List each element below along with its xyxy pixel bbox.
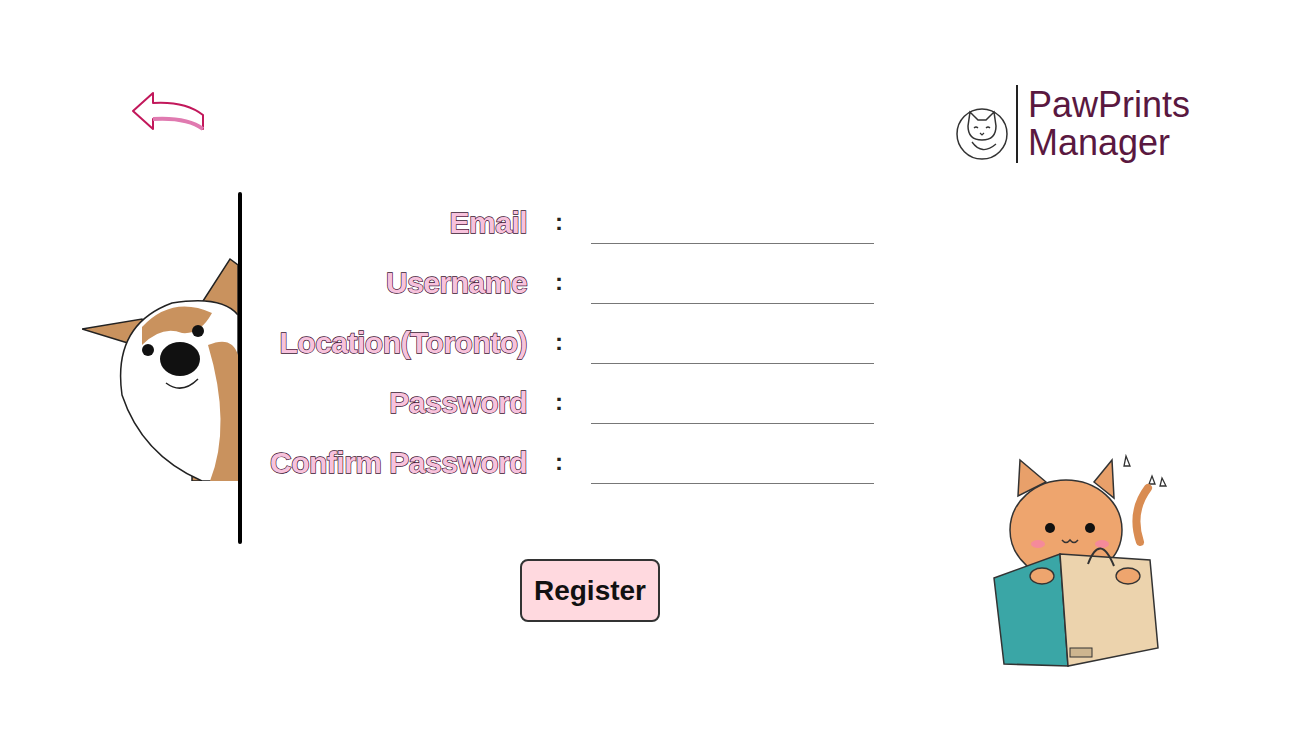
header: PawPrints Manager xyxy=(0,0,1300,165)
text-input[interactable] xyxy=(591,200,874,244)
divider-line xyxy=(238,192,242,544)
dog-icon xyxy=(82,255,238,481)
field-separator: : xyxy=(527,252,591,312)
field-separator: : xyxy=(527,372,591,432)
form-fields: Email:Username:Location(Toronto):Passwor… xyxy=(270,192,874,492)
field-separator: : xyxy=(527,192,591,252)
logo-text: PawPrints Manager xyxy=(1024,86,1190,162)
field-label: Username xyxy=(270,252,527,312)
field-label: Confirm Password xyxy=(270,432,527,492)
dog-illustration xyxy=(82,192,238,544)
field-cell xyxy=(591,252,874,312)
text-input[interactable] xyxy=(591,380,874,424)
field-cell xyxy=(591,312,874,372)
text-input[interactable] xyxy=(591,440,874,484)
back-arrow-icon xyxy=(129,89,207,135)
cat-logo-icon xyxy=(954,86,1010,162)
field-label: Email xyxy=(270,192,527,252)
field-separator: : xyxy=(527,432,591,492)
text-input[interactable] xyxy=(591,320,874,364)
logo-line: PawPrints xyxy=(1028,86,1190,124)
field-cell xyxy=(591,372,874,432)
field-separator: : xyxy=(527,312,591,372)
register-page: PawPrints Manager Email:Username:Locatio… xyxy=(0,0,1300,731)
cat-in-bag-icon xyxy=(990,452,1175,672)
text-input[interactable] xyxy=(591,260,874,304)
app-logo: PawPrints Manager xyxy=(954,85,1190,163)
register-button[interactable]: Register xyxy=(520,559,660,622)
field-cell xyxy=(591,192,874,252)
logo-divider xyxy=(1016,85,1018,163)
back-button[interactable] xyxy=(128,88,208,136)
cat-illustration xyxy=(990,452,1175,672)
register-form: Email:Username:Location(Toronto):Passwor… xyxy=(242,192,874,492)
field-label: Location(Toronto) xyxy=(270,312,527,372)
logo-line: Manager xyxy=(1028,124,1190,162)
field-cell xyxy=(591,432,874,492)
field-label: Password xyxy=(270,372,527,432)
